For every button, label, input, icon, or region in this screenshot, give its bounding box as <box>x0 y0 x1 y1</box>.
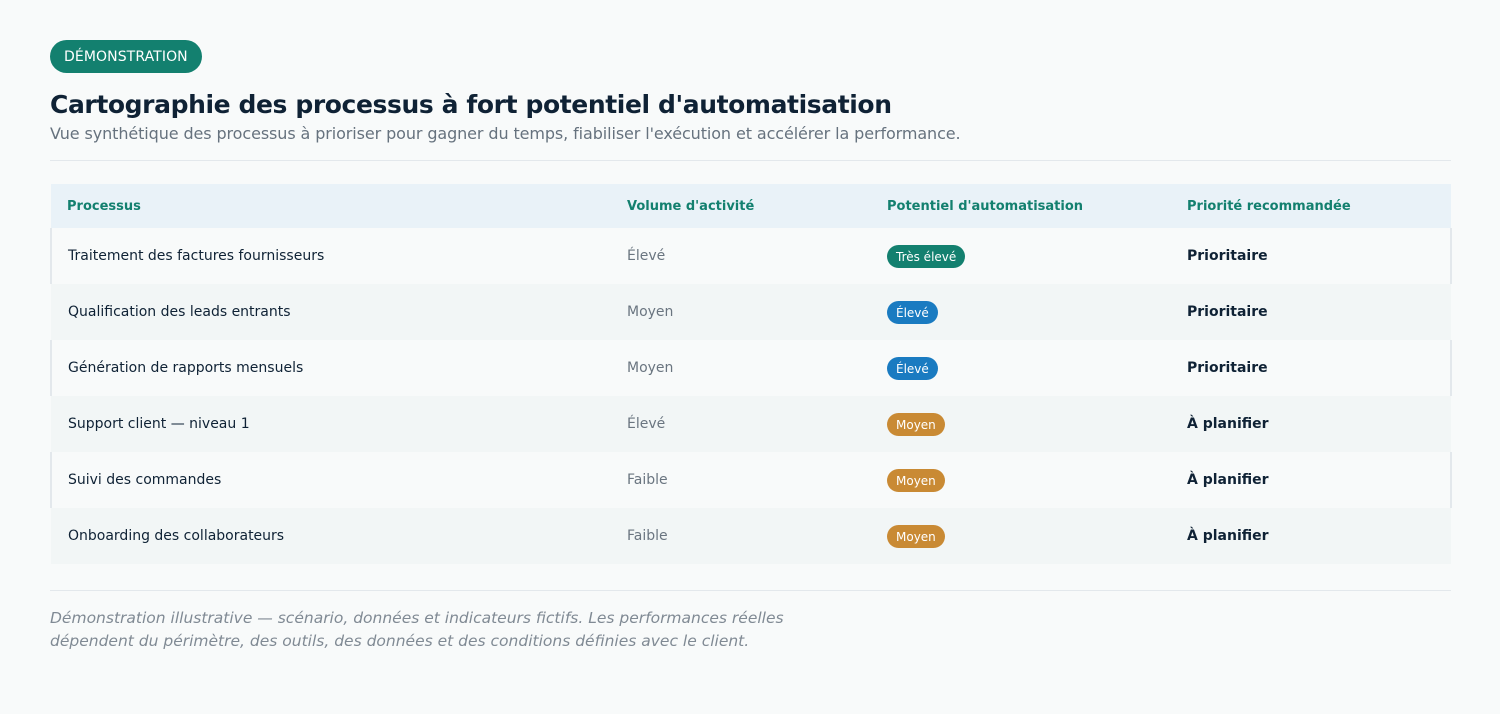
demo-tag: DÉMONSTRATION <box>50 40 202 73</box>
table-row: Traitement des factures fournisseurs Élev… <box>50 228 1452 284</box>
potential-cell: Moyen <box>871 396 1171 452</box>
recommended-priority: Prioritaire <box>1171 340 1452 396</box>
potential-badge: Élevé <box>887 300 938 324</box>
divider-top <box>50 160 1451 161</box>
potential-badge: Moyen <box>887 524 945 548</box>
table-row: Onboarding des collaborateurs Faible Moyen… <box>51 508 1451 564</box>
page-title: Cartographie des processus à fort potent… <box>50 90 892 119</box>
recommended-priority: À planifier <box>1171 396 1451 452</box>
recommended-priority: À planifier <box>1171 508 1451 564</box>
potential-badge: Élevé <box>887 356 938 380</box>
process-name: Qualification des leads entrants <box>51 284 611 340</box>
potential-badge: Moyen <box>887 468 945 492</box>
potential-cell: Moyen <box>871 508 1171 564</box>
process-name: Support client — niveau 1 <box>51 396 611 452</box>
page: DÉMONSTRATION Cartographie des processus… <box>0 0 1500 714</box>
potential-cell: Élevé <box>871 284 1171 340</box>
process-name: Traitement des factures fournisseurs <box>50 228 611 284</box>
column-header-volume: Volume d'activité <box>611 184 871 228</box>
process-name: Génération de rapports mensuels <box>50 340 611 396</box>
table-row: Génération de rapports mensuels Moyen Élev… <box>50 340 1452 396</box>
potential-cell: Élevé <box>871 340 1171 396</box>
recommended-priority: Prioritaire <box>1171 228 1452 284</box>
column-header-process: Processus <box>51 184 611 228</box>
activity-volume: Élevé <box>611 396 871 452</box>
activity-volume: Faible <box>611 508 871 564</box>
column-header-potential: Potentiel d'automatisation <box>871 184 1171 228</box>
table-header-row: Processus Volume d'activité Potentiel d'… <box>51 184 1451 228</box>
table-row: Support client — niveau 1 Élevé Moyen À pla… <box>51 396 1451 452</box>
process-table: Processus Volume d'activité Potentiel d'… <box>50 184 1452 564</box>
disclaimer-note: Démonstration illustrative — scénario, d… <box>50 609 784 650</box>
table-row: Qualification des leads entrants Moyen Éle… <box>51 284 1451 340</box>
potential-cell: Moyen <box>871 452 1171 508</box>
process-name: Onboarding des collaborateurs <box>51 508 611 564</box>
activity-volume: Faible <box>611 452 871 508</box>
potential-badge: Très élevé <box>887 244 966 268</box>
divider-bottom <box>50 590 1451 591</box>
process-name: Suivi des commandes <box>50 452 611 508</box>
table-row: Suivi des commandes Faible Moyen À planifie… <box>50 452 1452 508</box>
table-body: Traitement des factures fournisseurs Élev… <box>50 228 1452 564</box>
page-subtitle: Vue synthétique des processus à priorise… <box>50 124 961 143</box>
activity-volume: Élevé <box>611 228 871 284</box>
potential-badge: Moyen <box>887 412 945 436</box>
activity-volume: Moyen <box>611 284 871 340</box>
column-header-priority: Priorité recommandée <box>1171 184 1451 228</box>
recommended-priority: Prioritaire <box>1171 284 1451 340</box>
activity-volume: Moyen <box>611 340 871 396</box>
potential-cell: Très élevé <box>871 228 1171 284</box>
recommended-priority: À planifier <box>1171 452 1452 508</box>
